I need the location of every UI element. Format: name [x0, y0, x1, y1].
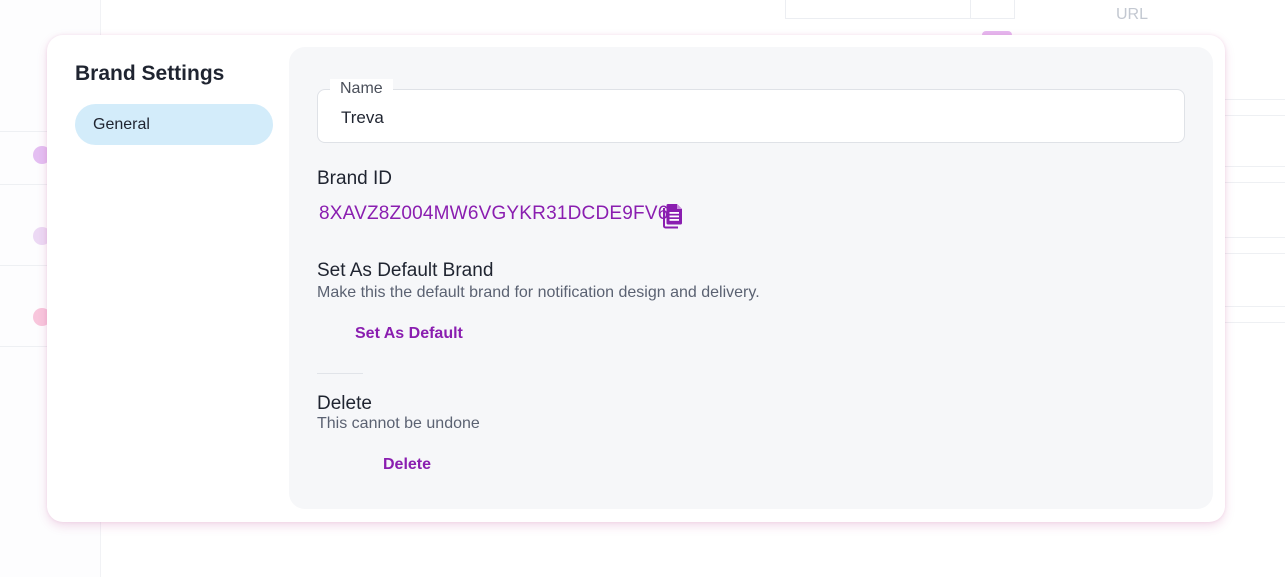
background-row-divider: [1225, 99, 1285, 100]
set-as-default-button[interactable]: Set As Default: [355, 325, 463, 343]
background-url-column-label: URL: [1116, 6, 1149, 23]
delete-description: This cannot be undone: [317, 415, 480, 432]
nav-item-label: General: [93, 115, 150, 133]
brand-settings-modal: Brand Settings General Name Brand ID 8XA…: [47, 35, 1225, 522]
background-header-cell: [785, 0, 972, 19]
background-row-divider: [1225, 237, 1285, 238]
background-row-divider: [0, 265, 47, 266]
background-row-divider: [1225, 253, 1285, 254]
background-row-divider: [0, 346, 47, 347]
background-header-cell: [970, 0, 1015, 19]
copy-document-icon[interactable]: [661, 201, 685, 229]
section-divider: [317, 373, 363, 374]
background-row-divider: [0, 131, 47, 132]
background-row-divider: [1225, 182, 1285, 183]
background-row-divider: [1225, 306, 1285, 307]
name-field: Name: [317, 79, 1185, 143]
name-input[interactable]: [318, 90, 1184, 142]
modal-title: Brand Settings: [75, 62, 225, 85]
background-row-divider: [1225, 166, 1285, 167]
default-brand-heading: Set As Default Brand: [317, 260, 494, 281]
background-row-divider: [1225, 115, 1285, 116]
brand-id-heading: Brand ID: [317, 168, 392, 189]
delete-button[interactable]: Delete: [383, 456, 431, 474]
default-brand-description: Make this the default brand for notifica…: [317, 284, 760, 301]
brand-id-value: 8XAVZ8Z004MW6VGYKR31DCDE9FV6: [319, 203, 669, 224]
settings-content-panel: Name Brand ID 8XAVZ8Z004MW6VGYKR31DCDE9F…: [289, 47, 1213, 509]
background-row-divider: [0, 184, 47, 185]
nav-item-general[interactable]: General: [75, 104, 273, 145]
background-row-divider: [1225, 322, 1285, 323]
delete-heading: Delete: [317, 393, 372, 414]
